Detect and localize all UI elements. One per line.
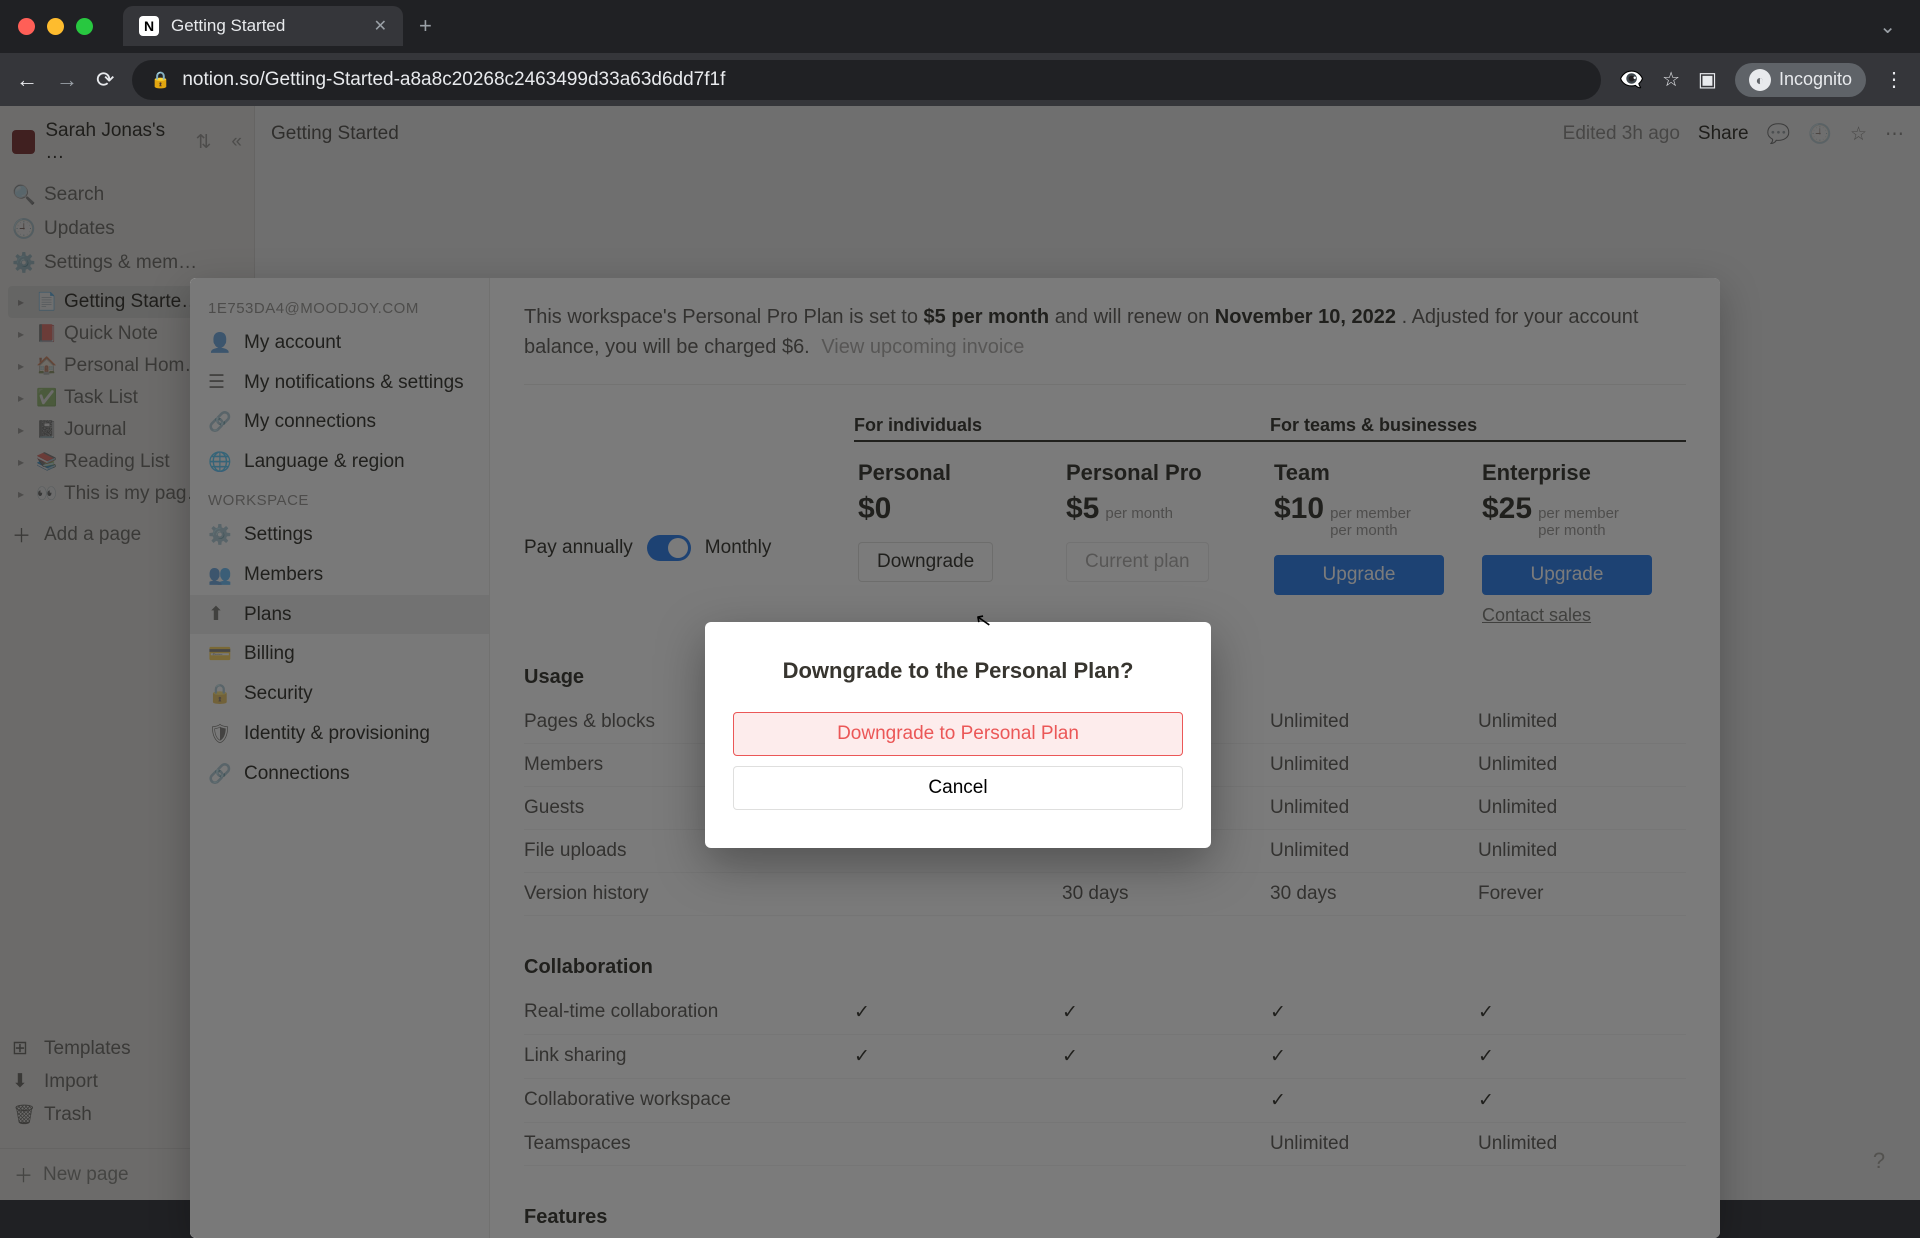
side-panel-icon[interactable]: ▣ [1698, 67, 1717, 92]
tab-close-icon[interactable]: ✕ [374, 16, 387, 36]
back-button[interactable]: ← [16, 67, 38, 93]
reload-button[interactable]: ⟳ [96, 67, 114, 93]
app-viewport: Sarah Jonas's … ⇅ « 🔍Search 🕘Updates ⚙️S… [0, 106, 1920, 1200]
browser-tab[interactable]: N Getting Started ✕ [123, 6, 403, 46]
dialog-title: Downgrade to the Personal Plan? [733, 658, 1183, 684]
address-bar[interactable]: 🔒 notion.so/Getting-Started-a8a8c20268c2… [132, 60, 1601, 100]
window-title-bar: N Getting Started ✕ + ⌄ [0, 0, 1920, 52]
downgrade-confirm-button[interactable]: Downgrade to Personal Plan [733, 712, 1183, 756]
traffic-lights [18, 18, 93, 35]
forward-button[interactable]: → [56, 67, 78, 93]
lock-icon: 🔒 [150, 70, 170, 90]
browser-menu-icon[interactable]: ⋮ [1884, 67, 1904, 92]
url-text: notion.so/Getting-Started-a8a8c20268c246… [182, 69, 725, 91]
browser-toolbar: ← → ⟳ 🔒 notion.so/Getting-Started-a8a8c2… [0, 52, 1920, 106]
browser-chrome: N Getting Started ✕ + ⌄ ← → ⟳ 🔒 notion.s… [0, 0, 1920, 106]
downgrade-confirm-dialog: Downgrade to the Personal Plan? Downgrad… [705, 622, 1211, 848]
window-maximize-button[interactable] [76, 18, 93, 35]
tabs-dropdown-icon[interactable]: ⌄ [1879, 14, 1896, 39]
notion-favicon-icon: N [139, 16, 159, 36]
downgrade-cancel-button[interactable]: Cancel [733, 766, 1183, 810]
tab-title: Getting Started [171, 16, 362, 36]
window-close-button[interactable] [18, 18, 35, 35]
incognito-icon: ◐ [1749, 69, 1771, 91]
help-button[interactable]: ? [1862, 1144, 1896, 1178]
incognito-label: Incognito [1779, 69, 1852, 90]
bookmark-star-icon[interactable]: ☆ [1662, 67, 1680, 92]
tracking-off-icon[interactable]: 👁️‍🗨️ [1619, 67, 1644, 92]
new-tab-button[interactable]: + [419, 13, 432, 39]
incognito-badge[interactable]: ◐ Incognito [1735, 63, 1866, 97]
window-minimize-button[interactable] [47, 18, 64, 35]
